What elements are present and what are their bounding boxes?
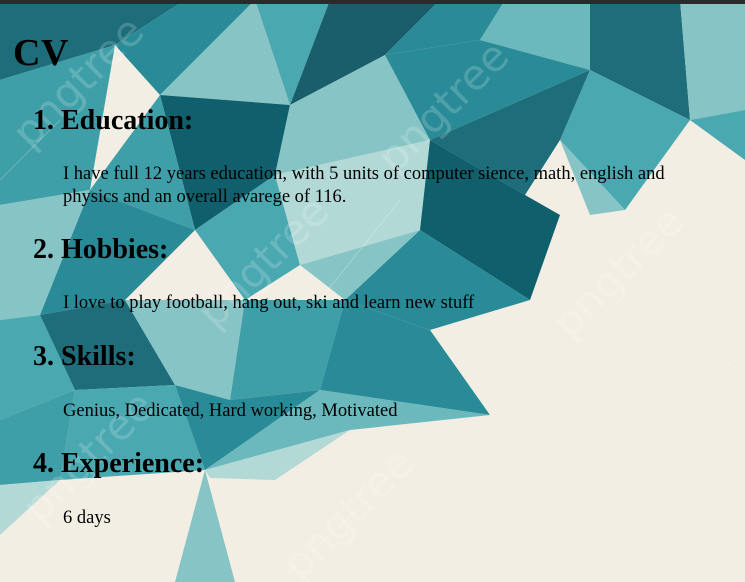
section-text-experience: 6 days <box>63 508 111 528</box>
top-border <box>0 0 745 4</box>
page-title: CV <box>13 32 69 74</box>
section-title-education: 1. Education: <box>33 105 194 136</box>
section-title-experience: 4. Experience: <box>33 448 205 479</box>
cv-document: CV 1. Education: I have full 12 years ed… <box>0 0 745 582</box>
section-title-skills: 3. Skills: <box>33 341 136 372</box>
section-text-hobbies: I love to play football, hang out, ski a… <box>63 293 475 313</box>
section-text-skills: Genius, Dedicated, Hard working, Motivat… <box>63 401 398 421</box>
section-title-hobbies: 2. Hobbies: <box>33 234 169 265</box>
section-text-education: I have full 12 years education, with 5 u… <box>63 164 665 207</box>
